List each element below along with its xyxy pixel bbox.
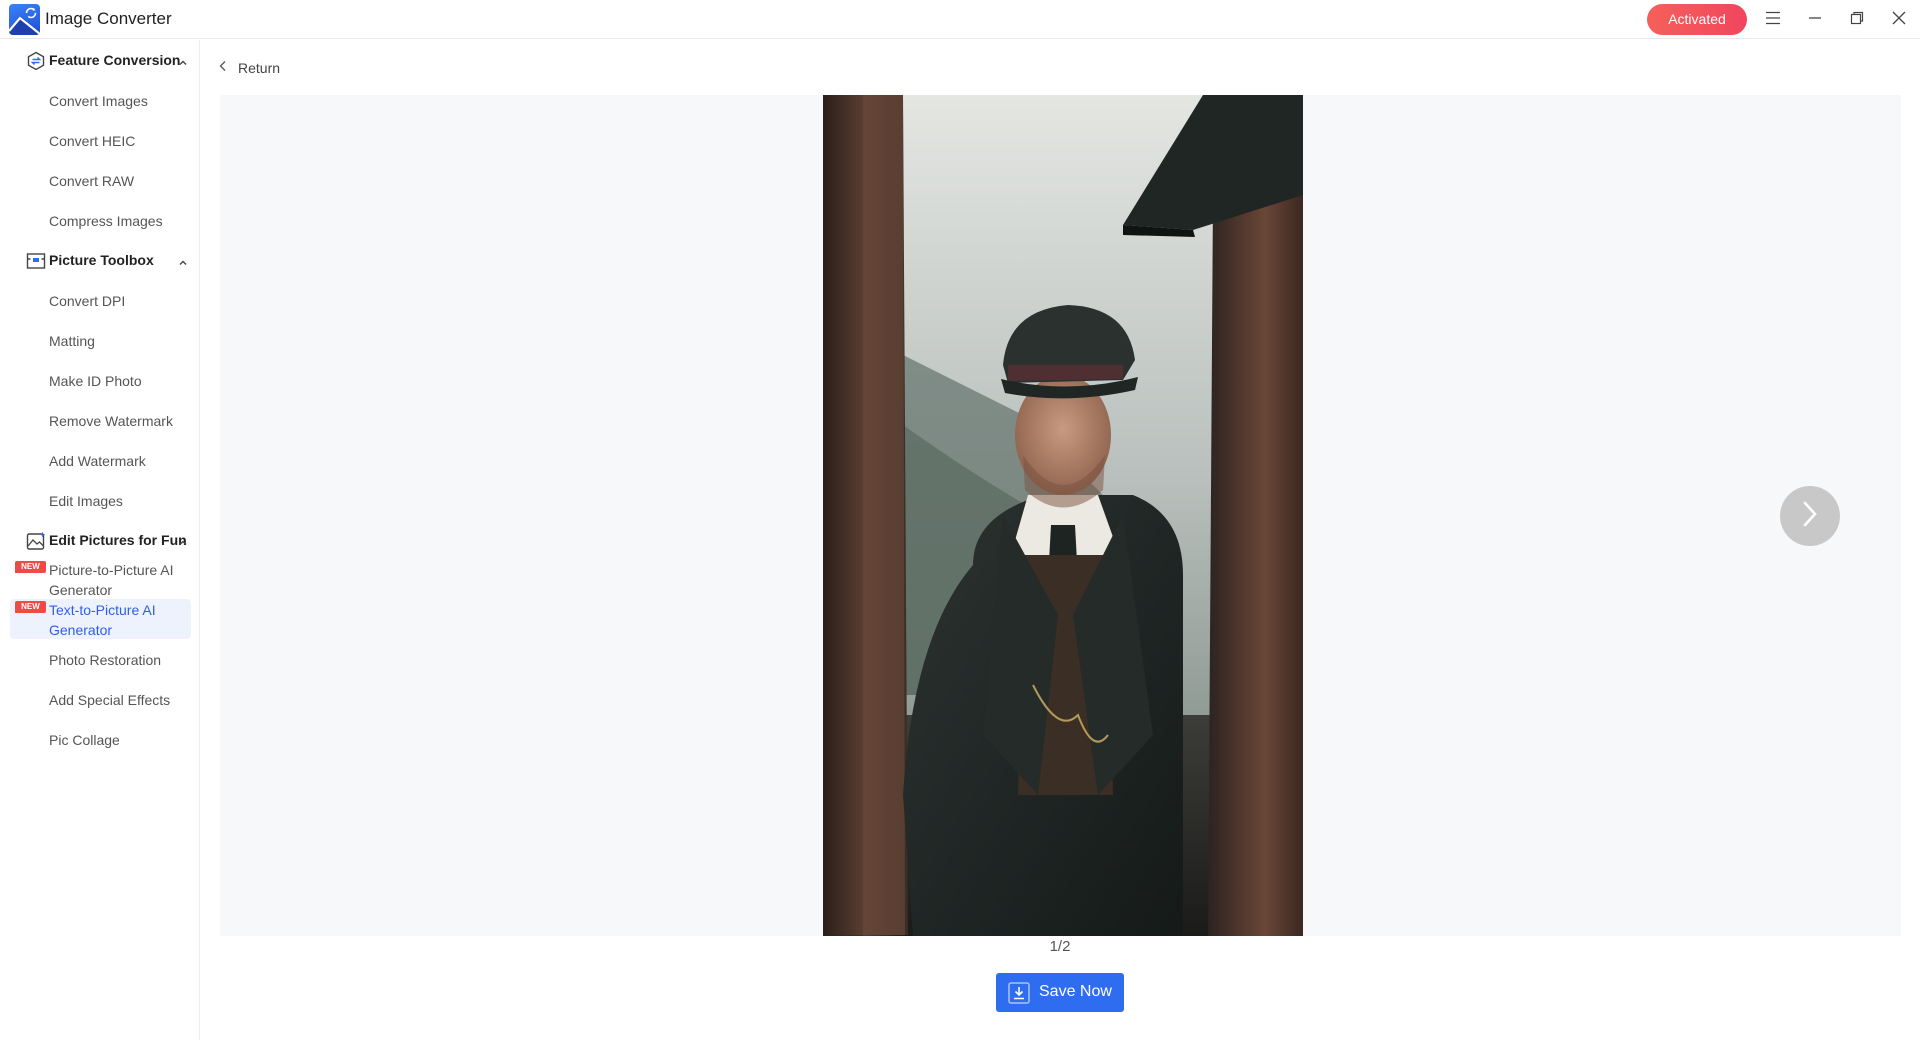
app-logo-icon <box>9 4 40 35</box>
close-icon <box>1892 11 1906 30</box>
sidebar-item-label: Convert RAW <box>49 173 135 189</box>
app-title: Image Converter <box>45 9 172 28</box>
sidebar-group-feature-conversion[interactable]: Feature Conversion <box>0 42 200 78</box>
download-icon <box>1008 982 1030 1004</box>
toolbox-icon <box>26 251 46 271</box>
sidebar-item-label: Photo Restoration <box>49 652 162 668</box>
sidebar-item-text-to-picture-ai-generator[interactable]: NEW Text-to-Picture AI Generator <box>10 599 191 639</box>
sidebar-item-convert-heic[interactable]: Convert HEIC <box>10 122 191 158</box>
sidebar: Feature Conversion Convert Images Conver… <box>0 40 200 1040</box>
hamburger-menu-icon <box>1765 11 1781 30</box>
chevron-right-icon <box>1800 499 1820 534</box>
sidebar-item-convert-raw[interactable]: Convert RAW <box>10 162 191 198</box>
sidebar-group-label: Edit Pictures for Fun <box>49 532 187 548</box>
sidebar-item-pic-collage[interactable]: Pic Collage <box>10 721 191 757</box>
new-badge: NEW <box>15 601 46 613</box>
restore-icon <box>1850 11 1864 30</box>
sidebar-item-label: Text-to-Picture AI Generator <box>49 602 156 638</box>
sidebar-item-label: Add Watermark <box>49 453 146 469</box>
sidebar-item-label: Convert DPI <box>49 293 126 309</box>
minimize-icon <box>1808 11 1822 30</box>
sidebar-item-convert-images[interactable]: Convert Images <box>10 82 191 118</box>
sidebar-item-convert-dpi[interactable]: Convert DPI <box>10 282 191 318</box>
return-button[interactable]: Return <box>218 57 280 79</box>
sidebar-group-label: Feature Conversion <box>49 52 181 68</box>
sidebar-item-add-special-effects[interactable]: Add Special Effects <box>10 681 191 717</box>
sidebar-item-label: Make ID Photo <box>49 373 142 389</box>
sidebar-item-label: Convert Images <box>49 93 148 109</box>
sidebar-item-add-watermark[interactable]: Add Watermark <box>10 442 191 478</box>
sidebar-group-label: Picture Toolbox <box>49 252 154 268</box>
close-button[interactable] <box>1885 6 1913 34</box>
return-label: Return <box>238 60 281 76</box>
sidebar-item-label: Edit Images <box>49 493 123 509</box>
sidebar-item-make-id-photo[interactable]: Make ID Photo <box>10 362 191 398</box>
sidebar-item-matting[interactable]: Matting <box>10 322 191 358</box>
chevron-left-icon <box>218 59 228 77</box>
sidebar-group-edit-pictures-for-fun[interactable]: Edit Pictures for Fun <box>0 522 200 558</box>
generated-photo[interactable] <box>823 95 1303 936</box>
chevron-up-icon[interactable] <box>178 255 188 265</box>
sidebar-item-remove-watermark[interactable]: Remove Watermark <box>10 402 191 438</box>
chevron-up-icon[interactable] <box>178 535 188 545</box>
convert-hexagon-icon <box>26 51 46 71</box>
sidebar-item-label: Matting <box>49 333 95 349</box>
sidebar-group-picture-toolbox[interactable]: Picture Toolbox <box>0 242 200 278</box>
new-badge: NEW <box>15 561 46 573</box>
restore-button[interactable] <box>1843 6 1871 34</box>
sidebar-item-compress-images[interactable]: Compress Images <box>10 202 191 238</box>
chevron-up-icon[interactable] <box>178 55 188 65</box>
sidebar-item-label: Compress Images <box>49 213 163 229</box>
activated-button[interactable]: Activated <box>1647 4 1747 35</box>
picture-sparkle-icon <box>26 531 46 551</box>
sidebar-item-picture-to-picture-ai-generator[interactable]: NEW Picture-to-Picture AI Generator <box>10 559 191 599</box>
sidebar-item-label: Picture-to-Picture AI Generator <box>49 562 174 598</box>
save-now-button[interactable]: Save Now <box>996 973 1124 1012</box>
sidebar-item-photo-restoration[interactable]: Photo Restoration <box>10 641 191 677</box>
page-indicator: 1/2 <box>1049 938 1071 955</box>
menu-button[interactable] <box>1759 6 1787 34</box>
sidebar-item-label: Convert HEIC <box>49 133 136 149</box>
sidebar-item-edit-images[interactable]: Edit Images <box>10 482 191 518</box>
minimize-button[interactable] <box>1801 6 1829 34</box>
next-image-button[interactable] <box>1780 486 1840 546</box>
sidebar-item-label: Add Special Effects <box>49 692 171 708</box>
title-bar: Image Converter Activated <box>0 0 1920 39</box>
sidebar-item-label: Remove Watermark <box>49 413 173 429</box>
save-now-label: Save Now <box>1039 983 1112 1000</box>
sidebar-item-label: Pic Collage <box>49 732 120 748</box>
